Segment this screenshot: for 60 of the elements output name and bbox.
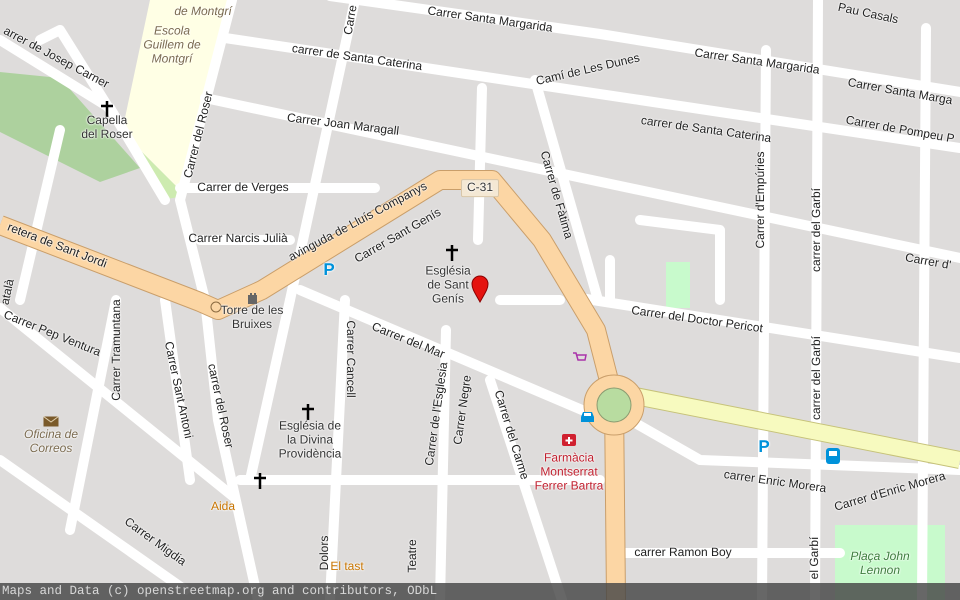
street-name: Carrer d' xyxy=(904,251,952,273)
street-name: Carrer de Fàtima xyxy=(536,150,576,240)
street-name: Carrer Santa Marga xyxy=(846,76,954,108)
street-name: carrer del Roser xyxy=(204,362,236,450)
envelope-icon xyxy=(43,416,59,427)
shopping-cart-icon xyxy=(573,352,587,364)
tower-icon xyxy=(247,292,258,304)
street-name: Carrer Negre xyxy=(451,374,475,446)
street-name: Carrer Joan Maragall xyxy=(286,111,400,139)
parking-sign: P xyxy=(323,260,335,280)
place-name: Església de la Divina Providència xyxy=(278,419,342,461)
street-name: Carrer Tramuntana xyxy=(110,299,124,401)
street-name: Carrer Santa Margarida xyxy=(426,4,554,36)
bus-icon xyxy=(826,448,840,464)
parking-sign: P xyxy=(758,437,770,457)
street-name: atalà xyxy=(0,278,18,306)
street-name: Carrer del Mar xyxy=(370,320,446,362)
place-name: Escola Guillem de Montgrí xyxy=(142,24,202,66)
street-name: Carrer del Doctor Pericot xyxy=(630,304,764,336)
place-name: Capella del Roser xyxy=(80,114,134,142)
attribution-text: Maps and Data (c) openstreetmap.org and contributors, ODbL xyxy=(0,583,960,600)
street-name: Carrer Cancell xyxy=(343,320,357,398)
street-name: Carrer de l'Esglesia xyxy=(422,361,452,467)
street-name: Carrer de Verges xyxy=(197,181,289,195)
street-name: Camí de Les Dunes xyxy=(534,51,642,89)
place-name: de Montgrí xyxy=(173,5,234,19)
street-name: Teatre xyxy=(406,539,420,573)
place-name: Plaça John Lennon xyxy=(850,550,910,578)
street-name: Carrer d'Empúries xyxy=(754,152,768,248)
street-name: carrer del Garbí xyxy=(810,188,824,272)
place-name: Torre de les Bruixes xyxy=(220,304,284,332)
street-name: Dolors xyxy=(318,536,332,570)
street-name: carrer Enric Morera xyxy=(722,468,828,496)
location-pin-icon xyxy=(471,275,489,303)
street-name: Pau Casals xyxy=(836,0,900,28)
street-name: Carrer del Carme xyxy=(490,388,532,482)
place-name: Farmàcia Montserrat Ferrer Bartra xyxy=(534,451,604,493)
cross-icon xyxy=(446,245,458,261)
street-name: carrer de Santa Caterina xyxy=(290,42,424,74)
street-name: Carrer de Pompeu P xyxy=(844,114,956,146)
street-name: Carrer Santa Margarida xyxy=(694,46,820,78)
place-name: Aida xyxy=(210,500,236,514)
street-name: carrer Ramon Boy xyxy=(634,546,732,560)
road-number: C-31 xyxy=(461,179,499,197)
cross-icon xyxy=(302,404,314,420)
street-name: el Garbí xyxy=(808,536,822,580)
street-name: retera de Sant Jordi xyxy=(5,220,109,272)
place-name: Església de Sant Genís xyxy=(424,264,472,306)
pharmacy-icon xyxy=(562,432,576,446)
street-name: Carrer Sant Antoni xyxy=(161,340,195,440)
street-name: Carrer del Roser xyxy=(182,90,216,180)
cross-icon xyxy=(101,101,113,117)
street-name: Carrer Narcis Julià xyxy=(188,232,288,246)
cross-icon xyxy=(254,473,266,489)
street-name: Carrer d'Enric Morera xyxy=(832,470,948,514)
place-name: Oficina de Correos xyxy=(22,428,80,456)
street-name: Carre xyxy=(342,4,360,36)
street-name: carrer de Santa Caterina xyxy=(640,114,772,146)
street-name: carrer del Garbí xyxy=(810,336,824,420)
place-name: El tast xyxy=(330,560,364,574)
